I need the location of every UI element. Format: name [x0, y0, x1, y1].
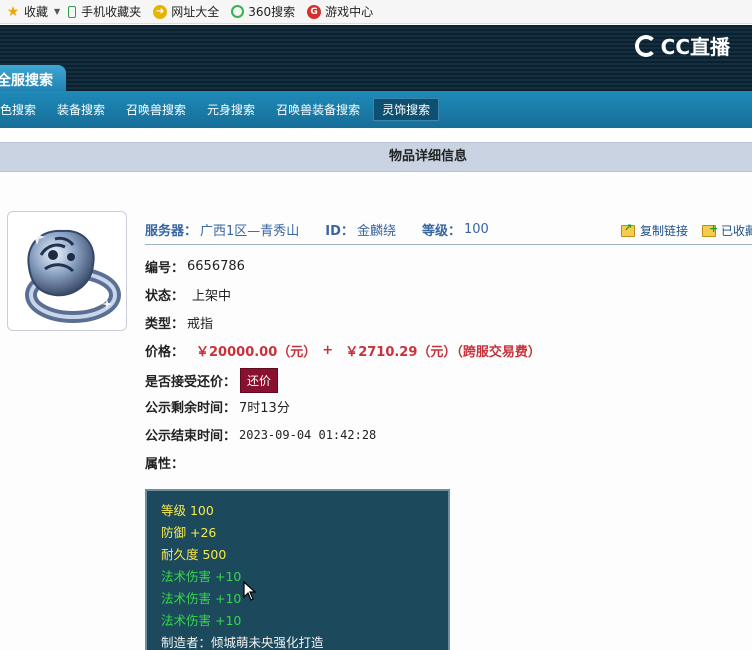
- spacer: [0, 128, 752, 142]
- favorite-add-icon: [701, 222, 718, 237]
- price-value: ￥20000.00（元）: [196, 345, 317, 360]
- page-title: 物品详细信息: [0, 142, 752, 172]
- code-row: 编号： 6656786: [145, 259, 245, 276]
- type-value: 戒指: [187, 317, 214, 332]
- server-label: 服务器：: [145, 224, 198, 239]
- level-label: 等级：: [421, 224, 461, 239]
- level-value: 100: [463, 222, 489, 237]
- attributes-panel: 等级 100 防御 +26 耐久度 500 法术伤害 +10 法术伤害 +10 …: [145, 489, 450, 650]
- attr-line: 耐久度 500: [161, 547, 227, 562]
- cross-server-fee: ￥2710.29（元）（跨服交易费）: [345, 345, 541, 360]
- attr-line: 法术伤害 +10: [161, 569, 242, 584]
- remaining-time-row: 公示剩余时间： 7时13分: [145, 397, 290, 416]
- bookmark-mobile[interactable]: 手机收藏夹: [68, 3, 141, 20]
- end-time-row: 公示结束时间： 2023-09-04 01:42:28: [145, 427, 377, 445]
- ring-icon: [25, 229, 121, 323]
- status-value: 上架中: [192, 289, 232, 304]
- favorite-button[interactable]: 已收藏: [701, 222, 752, 239]
- logo-mark-icon: [634, 34, 657, 57]
- 360-search-icon: [231, 5, 245, 18]
- category-nav: 角色搜索 装备搜索 召唤兽搜索 元身搜索 召唤兽装备搜索 灵饰搜索: [0, 91, 752, 128]
- site-header: CC直播 全服搜索: [0, 25, 752, 93]
- bookmark-360-search[interactable]: 360搜索: [231, 3, 295, 20]
- nav-item-pet-search[interactable]: 召唤兽搜索: [118, 99, 194, 120]
- attr-line: 法术伤害 +10: [161, 613, 242, 628]
- type-row: 类型： 戒指: [145, 313, 213, 332]
- attr-line: 制造者：倾城萌未央强化打造: [161, 635, 324, 650]
- chevron-down-icon[interactable]: ▼: [54, 7, 60, 16]
- nav-item-ornament-search[interactable]: 灵饰搜索: [373, 98, 440, 121]
- item-image: [7, 211, 127, 331]
- price-plus: +: [322, 343, 334, 358]
- attributes-row: 属性：: [145, 457, 185, 472]
- nav-item-yuanshen-search[interactable]: 元身搜索: [199, 99, 263, 120]
- site-nav-icon: ➜: [153, 4, 168, 19]
- counter-offer-button[interactable]: 还价: [240, 368, 279, 393]
- attr-line: 等级 100: [161, 503, 214, 518]
- logo[interactable]: CC直播: [634, 31, 730, 60]
- bookmarks-bar: ★ 收藏 ▼ 手机收藏夹 ➜ 网址大全 360搜索 G 游戏中心: [0, 0, 752, 24]
- item-actions: 复制链接 已收藏: [607, 222, 752, 239]
- nav-item-pet-equipment-search[interactable]: 召唤兽装备搜索: [268, 99, 368, 120]
- remaining-time: 7时13分: [239, 401, 290, 416]
- attr-line: 防御 +26: [161, 525, 217, 540]
- end-time: 2023-09-04 01:42:28: [239, 427, 377, 442]
- bookmark-site-nav[interactable]: ➜ 网址大全: [153, 3, 219, 20]
- server-info-row: 服务器： 广西1区—青秀山 ID： 金麟绕 等级： 100 复制链接 已收藏: [145, 215, 752, 245]
- copy-link-button[interactable]: 复制链接: [620, 222, 688, 239]
- status-row: 状态： 上架中: [145, 285, 231, 304]
- nav-item-role-search[interactable]: 角色搜索: [0, 99, 44, 120]
- id-label: ID：: [325, 224, 354, 239]
- price-row: 价格： ￥20000.00（元） + ￥2710.29（元）（跨服交易费）: [145, 343, 541, 360]
- server-value: 广西1区—青秀山: [200, 224, 300, 239]
- phone-icon: [68, 5, 77, 18]
- id-value: 金麟绕: [356, 224, 396, 239]
- mouse-cursor-icon: [243, 581, 257, 601]
- nav-item-equipment-search[interactable]: 装备搜索: [49, 99, 113, 120]
- game-center-icon: G: [307, 4, 322, 19]
- attr-line: 法术伤害 +10: [161, 591, 242, 606]
- counter-offer-row: 是否接受还价： 还价: [145, 368, 279, 393]
- bookmark-game-center[interactable]: G 游戏中心: [307, 3, 373, 20]
- copy-link-icon: [620, 223, 635, 237]
- tab-all-server-search[interactable]: 全服搜索: [0, 65, 66, 93]
- star-icon: ★: [6, 3, 20, 20]
- bookmark-favorites[interactable]: ★ 收藏: [6, 3, 48, 20]
- item-code: 6656786: [187, 259, 245, 274]
